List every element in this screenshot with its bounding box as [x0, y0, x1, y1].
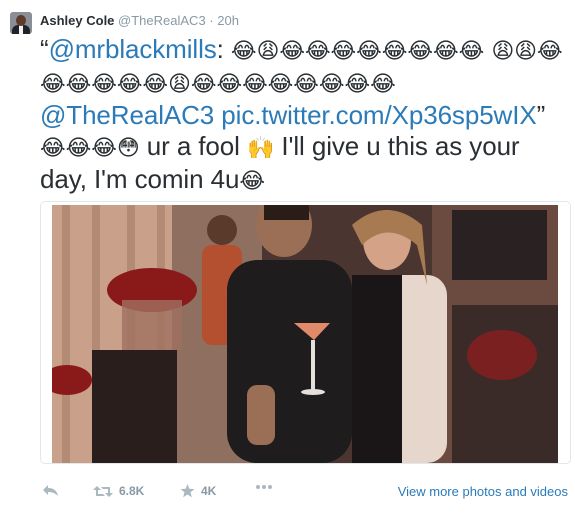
- emoji-run-1: 😂😩😂😂😂😂😂😂😂😂: [230, 39, 485, 64]
- timestamp[interactable]: 20h: [217, 13, 239, 28]
- raised-hands-emoji: 🙌: [246, 136, 275, 161]
- view-more-link[interactable]: View more photos and videos: [398, 484, 568, 499]
- media-card[interactable]: [40, 201, 571, 464]
- avatar-shirt: [19, 25, 23, 34]
- more-button[interactable]: [255, 484, 273, 490]
- reply-icon: [43, 485, 58, 496]
- favorite-count: 4K: [201, 484, 217, 498]
- tweet-photo[interactable]: [52, 205, 558, 463]
- separator: ·: [209, 13, 214, 28]
- star-icon: [180, 484, 195, 498]
- colon: :: [216, 34, 224, 64]
- reply-button[interactable]: [42, 484, 59, 497]
- mention-link-2[interactable]: @TheRealAC3: [40, 100, 214, 130]
- tweet-actions: 6.8K 4K View more photos and videos: [40, 484, 570, 502]
- retweet-count: 6.8K: [119, 484, 145, 498]
- username[interactable]: @TheRealAC3: [118, 13, 206, 28]
- quote-close: ”: [536, 100, 546, 130]
- pic-link[interactable]: pic.twitter.com/Xp36sp5wIX: [221, 100, 536, 130]
- text-part-1: ur a fool: [139, 131, 247, 161]
- end-emoji: 😂: [239, 169, 265, 194]
- fullname[interactable]: Ashley Cole: [40, 13, 114, 28]
- tweet-text: “@mrblackmills: 😂😩😂😂😂😂😂😂😂😂 😩😩😂😂😂😂😂😂😩😂😂😂😂…: [40, 34, 570, 197]
- favorite-button[interactable]: 4K: [180, 484, 216, 498]
- quote-open: “: [40, 34, 49, 64]
- avatar-head: [16, 15, 26, 26]
- emoji-run-3: 😂😂😂😳: [40, 136, 140, 161]
- photo-illustration: [52, 205, 558, 463]
- mention-link[interactable]: @mrblackmills: [49, 34, 217, 64]
- more-icon: [256, 485, 272, 489]
- retweet-button[interactable]: 6.8K: [93, 484, 144, 498]
- retweet-icon: [93, 485, 113, 497]
- tweet-header: Ashley Cole @TheRealAC3 · 20h: [40, 13, 239, 28]
- avatar[interactable]: [10, 12, 32, 34]
